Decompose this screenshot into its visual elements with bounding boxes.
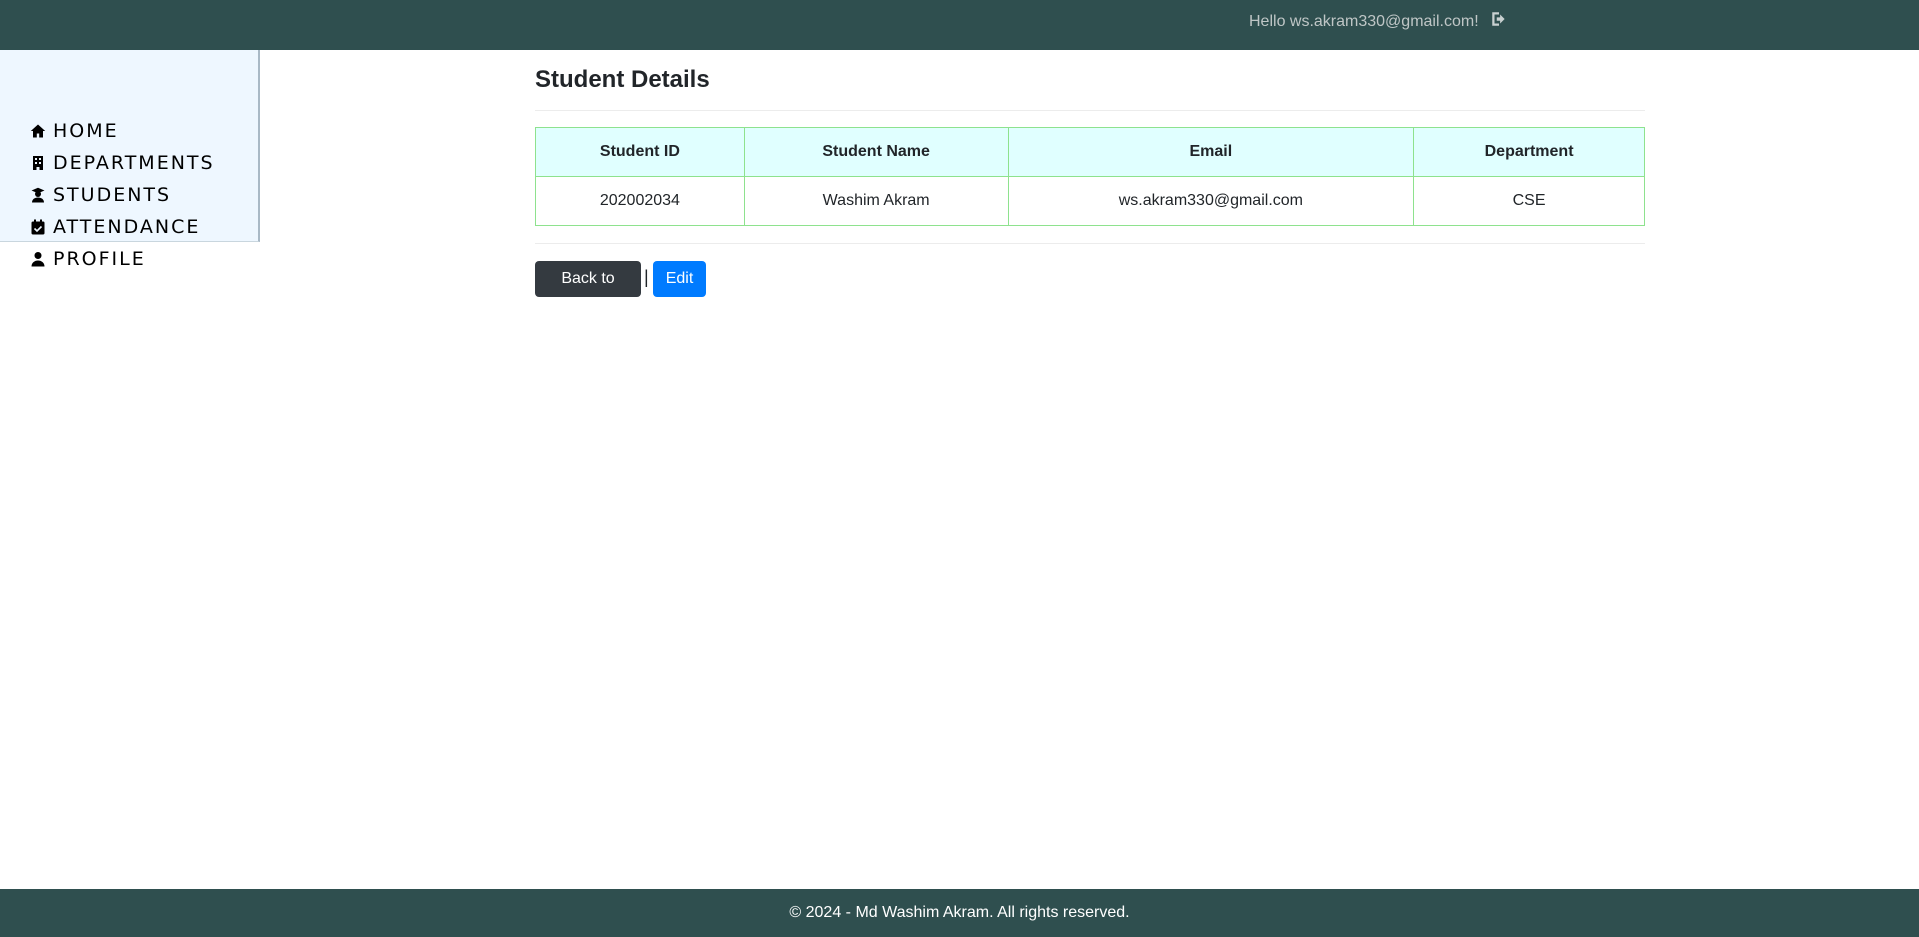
footer-copyright: © 2024 - Md Washim Akram. All rights res… [789, 904, 1130, 921]
sidebar: HOME DEPARTMENTS STUDENTS ATTENDANCE PRO… [0, 50, 260, 270]
sidebar-item-label: HOME [53, 120, 119, 142]
back-to-list-button[interactable]: Back to List [535, 261, 641, 323]
student-details-table: Student ID Student Name Email Department… [535, 127, 1645, 226]
home-icon [30, 124, 46, 138]
sidebar-item-label: STUDENTS [53, 184, 172, 206]
calendar-check-icon [31, 219, 45, 235]
sidebar-item-profile[interactable]: PROFILE [30, 246, 146, 272]
cell-student-name: Washim Akram [743, 176, 1009, 226]
sidebar-item-label: ATTENDANCE [53, 216, 201, 238]
divider [535, 243, 1645, 244]
user-icon [31, 252, 45, 267]
sidebar-item-attendance[interactable]: ATTENDANCE [30, 214, 200, 240]
sign-out-icon[interactable] [1490, 10, 1508, 28]
table-row: 202002034 Washim Akram ws.akram330@gmail… [535, 176, 1645, 226]
separator: | [644, 267, 649, 287]
page-title: Student Details [535, 66, 710, 93]
cell-student-id: 202002034 [535, 176, 745, 226]
edit-button[interactable]: Edit [653, 261, 706, 297]
building-icon [33, 156, 43, 170]
sidebar-item-label: PROFILE [53, 248, 146, 270]
header-student-id: Student ID [535, 127, 745, 177]
user-greeting[interactable]: Hello ws.akram330@gmail.com! [1249, 12, 1479, 32]
sidebar-item-label: DEPARTMENTS [53, 152, 215, 174]
header-department: Department [1413, 127, 1645, 177]
divider [535, 110, 1645, 111]
table-header-row: Student ID Student Name Email Department [535, 127, 1645, 177]
cell-email: ws.akram330@gmail.com [1007, 176, 1415, 226]
cell-department: CSE [1413, 176, 1645, 226]
header-student-name: Student Name [743, 127, 1009, 177]
header-email: Email [1007, 127, 1415, 177]
sidebar-item-home[interactable]: HOME [30, 118, 119, 144]
top-navbar: Hello ws.akram330@gmail.com! [0, 0, 1919, 50]
graduate-icon [31, 187, 45, 203]
sidebar-item-students[interactable]: STUDENTS [30, 182, 171, 208]
footer: © 2024 - Md Washim Akram. All rights res… [0, 889, 1919, 937]
sidebar-item-departments[interactable]: DEPARTMENTS [30, 150, 215, 176]
